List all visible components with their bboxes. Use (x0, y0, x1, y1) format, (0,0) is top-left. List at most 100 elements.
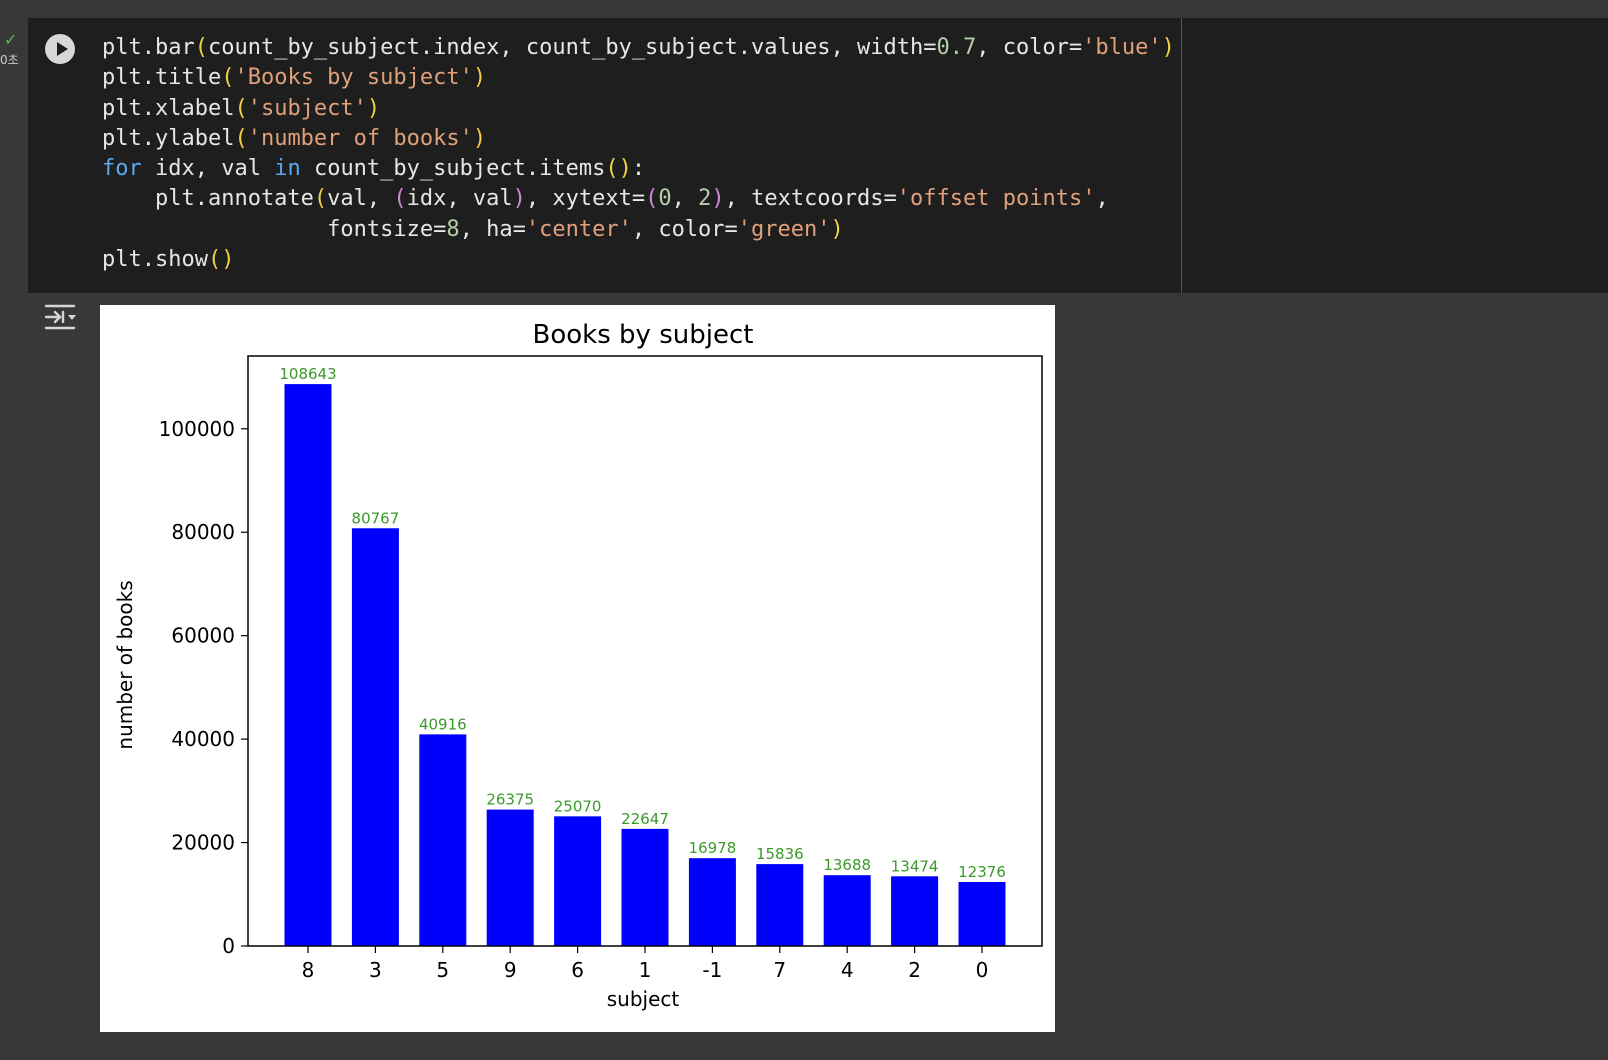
y-tick-label: 0 (222, 934, 235, 958)
code-token: plt.bar (102, 35, 195, 60)
code-token: ( (393, 186, 407, 212)
code-token: 8 (446, 216, 460, 242)
x-tick-label: 8 (302, 958, 315, 982)
code-token: 2 (698, 186, 712, 212)
code-token: 'number of books' (247, 125, 473, 151)
bar (958, 881, 1006, 946)
code-token: 'Books by subject' (234, 65, 473, 91)
x-tick-label: 7 (773, 958, 786, 982)
code-token: count_by_subject.index, count_by_subject… (207, 35, 937, 60)
code-token: fontsize= (102, 216, 447, 242)
code-line: for idx, val in count_by_subject.items()… (102, 156, 645, 181)
bar-value-label: 80767 (352, 509, 400, 527)
bar (621, 828, 669, 946)
code-line: plt.ylabel('number of books') (102, 126, 486, 151)
bar-value-label: 16978 (689, 839, 737, 857)
code-line: plt.xlabel('subject') (102, 96, 380, 121)
code-token: 0.7 (936, 35, 977, 60)
code-line: plt.title('Books by subject') (102, 65, 486, 90)
code-token: , (671, 186, 699, 212)
code-token: idx, val (406, 186, 513, 212)
run-cell-button[interactable] (45, 34, 75, 64)
x-tick-label: 6 (571, 958, 584, 982)
code-line: plt.show() (102, 247, 234, 272)
bar-value-label: 108643 (279, 365, 336, 383)
code-token: 'offset points' (896, 186, 1096, 212)
bar-chart: Books by subject subject number of books… (113, 320, 1043, 1011)
code-token: plt.xlabel (102, 95, 235, 121)
code-token: ( (221, 65, 235, 91)
x-tick-label: 4 (841, 958, 854, 982)
bar-value-label: 13474 (891, 857, 939, 875)
code-token: 'subject' (247, 95, 367, 121)
bar (284, 384, 332, 946)
bar (554, 816, 602, 946)
code-token: plt.title (102, 65, 222, 91)
code-token: , textcoords= (724, 186, 897, 212)
code-token: 'center' (525, 216, 632, 242)
plot-output: Books by subject subject number of books… (100, 305, 1055, 1032)
bar-value-label: 40916 (419, 715, 467, 733)
code-token: , color= (976, 35, 1083, 60)
x-tick-label: 9 (504, 958, 517, 982)
code-token: in (274, 156, 301, 182)
code-token: plt.ylabel (102, 125, 235, 151)
code-token: val, (327, 186, 394, 212)
code-token: count_by_subject.items (300, 156, 606, 182)
bar (486, 809, 534, 946)
code-token: plt.annotate (102, 186, 314, 212)
bar (823, 875, 871, 946)
code-token: 'green' (737, 216, 831, 242)
bar-value-label: 13688 (823, 856, 871, 874)
x-tick-label: -1 (702, 958, 722, 982)
y-tick-label: 80000 (171, 520, 235, 544)
code-token: ) (1161, 35, 1175, 60)
code-token: ) (472, 125, 487, 151)
x-tick-label: 0 (976, 958, 989, 982)
bar-value-label: 26375 (486, 791, 534, 809)
x-tick-label: 2 (908, 958, 921, 982)
y-tick-label: 100000 (159, 417, 235, 441)
x-tick-label: 3 (369, 958, 382, 982)
bar (688, 858, 736, 946)
code-line: fontsize=8, ha='center', color='green') (102, 217, 844, 242)
execution-time: 0초 (0, 53, 19, 67)
code-token: ) (512, 186, 526, 212)
y-tick-label: 20000 (171, 831, 235, 855)
code-token: 'blue' (1082, 35, 1162, 60)
code-token: () (605, 156, 632, 182)
code-line: plt.annotate(val, (idx, val), xytext=(0,… (102, 186, 1109, 211)
bar-value-label: 12376 (958, 863, 1006, 881)
top-bar (0, 0, 1608, 18)
code-token: ) (366, 95, 381, 121)
code-ruler (1181, 18, 1182, 293)
code-line: plt.bar(count_by_subject.index, count_by… (102, 35, 1175, 60)
code-token: ) (472, 65, 487, 91)
code-token: () (207, 247, 235, 273)
code-token: , ha= (459, 216, 526, 242)
output-collapse-icon[interactable] (44, 302, 78, 332)
code-token: ( (234, 95, 248, 121)
code-token: ( (234, 125, 248, 151)
code-token: ) (830, 216, 844, 242)
y-tick-label: 40000 (171, 727, 235, 751)
x-tick-label: 5 (436, 958, 449, 982)
x-tick-label: 1 (639, 958, 652, 982)
bar (419, 734, 467, 946)
code-token: ( (313, 186, 328, 212)
code-token: plt.show (102, 247, 208, 273)
code-token: : (631, 156, 646, 182)
bar-value-label: 15836 (756, 845, 804, 863)
y-axis-label: number of books (113, 580, 137, 749)
code-token: ( (194, 35, 208, 60)
code-token: for (102, 156, 142, 182)
code-editor[interactable]: plt.bar(count_by_subject.index, count_by… (102, 33, 1175, 275)
check-icon: ✓ (4, 30, 18, 49)
code-token: 0 (658, 186, 672, 212)
bar-value-label: 25070 (554, 797, 602, 815)
code-token: ) (711, 186, 725, 212)
bar (351, 528, 399, 946)
code-token: idx, val (141, 156, 275, 182)
bar (756, 864, 804, 946)
x-axis-label: subject (607, 987, 680, 1011)
